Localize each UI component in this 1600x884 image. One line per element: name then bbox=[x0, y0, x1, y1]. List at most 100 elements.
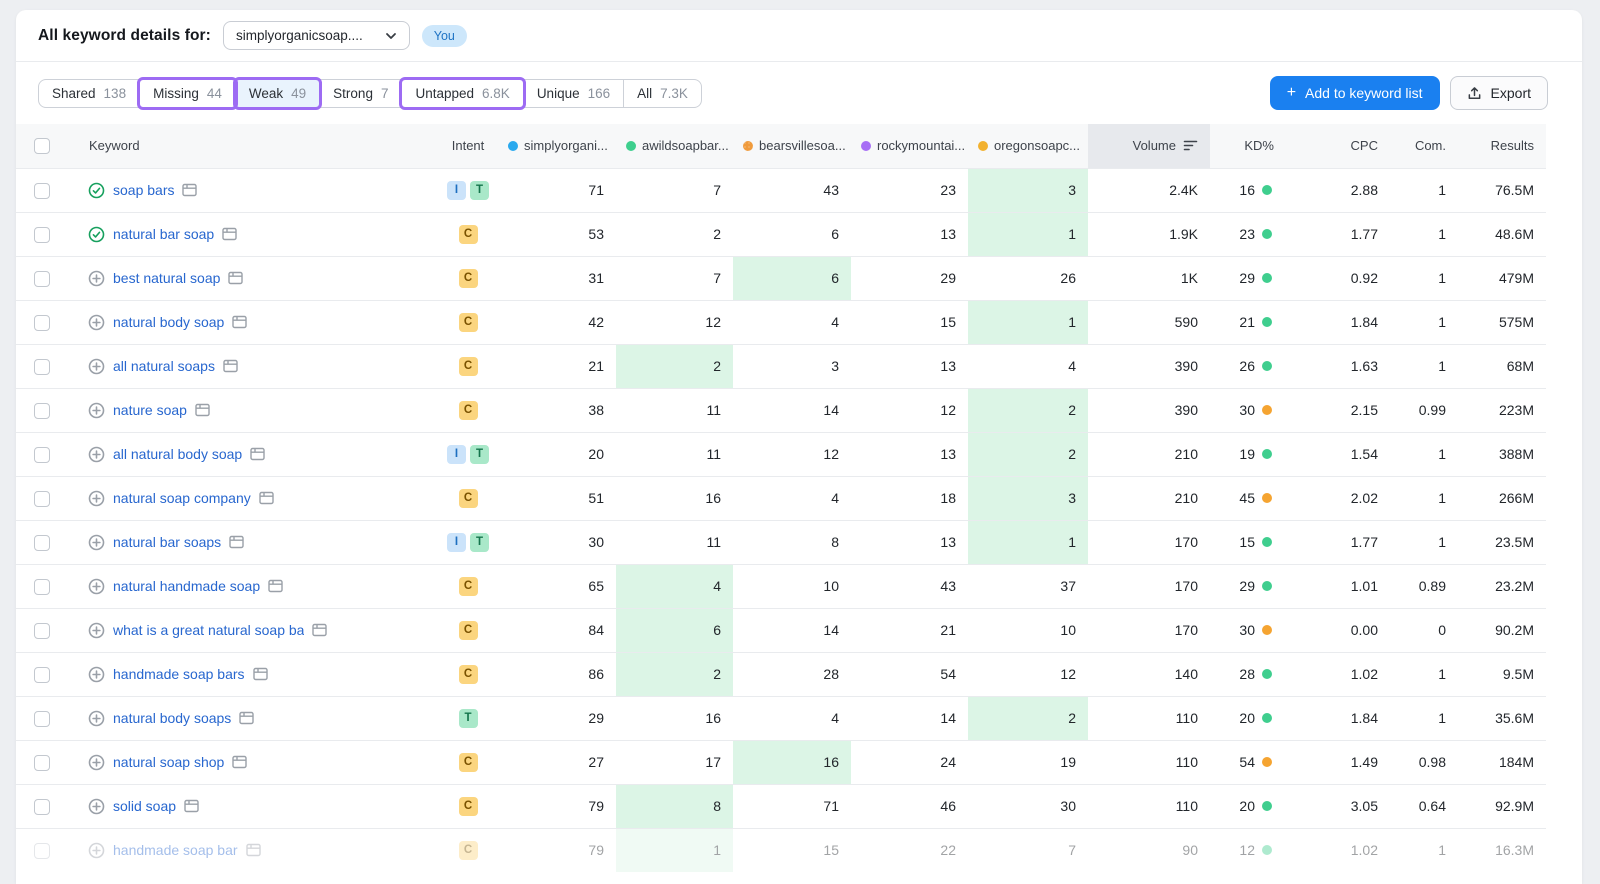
kd-cell: 20 bbox=[1210, 696, 1286, 740]
keyword-link[interactable]: handmade soap bars bbox=[113, 666, 245, 682]
row-checkbox[interactable] bbox=[34, 579, 50, 595]
row-checkbox[interactable] bbox=[34, 403, 50, 419]
intent-cell: C bbox=[438, 564, 498, 608]
tab-all[interactable]: All7.3K bbox=[623, 79, 702, 108]
keyword-link[interactable]: natural soap company bbox=[113, 490, 251, 506]
table-row: natural soap companyC51164183210452.0212… bbox=[16, 476, 1546, 520]
row-checkbox[interactable] bbox=[34, 183, 50, 199]
add-to-keyword-list-button[interactable]: + Add to keyword list bbox=[1270, 76, 1440, 110]
serp-features-icon[interactable] bbox=[239, 711, 254, 725]
serp-features-icon[interactable] bbox=[312, 623, 327, 637]
serp-features-icon[interactable] bbox=[228, 271, 243, 285]
keyword-link[interactable]: natural body soaps bbox=[113, 710, 231, 726]
tab-untapped[interactable]: Untapped6.8K bbox=[401, 79, 523, 108]
results-cell: 48.6M bbox=[1458, 212, 1546, 256]
com-cell: 1 bbox=[1390, 432, 1458, 476]
export-icon bbox=[1467, 86, 1482, 101]
column-header-competitor-1[interactable]: simplyorgani... bbox=[498, 124, 616, 168]
keyword-link[interactable]: solid soap bbox=[113, 798, 176, 814]
export-button[interactable]: Export bbox=[1450, 76, 1548, 110]
row-checkbox[interactable] bbox=[34, 491, 50, 507]
row-checkbox[interactable] bbox=[34, 447, 50, 463]
tab-strong[interactable]: Strong7 bbox=[319, 79, 402, 108]
volume-cell: 170 bbox=[1088, 608, 1210, 652]
com-cell: 0.89 bbox=[1390, 564, 1458, 608]
competitor-dot-icon bbox=[626, 141, 636, 151]
row-checkbox[interactable] bbox=[34, 315, 50, 331]
keyword-link[interactable]: nature soap bbox=[113, 402, 187, 418]
intent-badges: C bbox=[438, 797, 498, 816]
serp-features-icon[interactable] bbox=[184, 799, 199, 813]
keyword-cell: natural soap company bbox=[72, 476, 438, 520]
column-header-volume[interactable]: Volume bbox=[1088, 124, 1210, 168]
row-checkbox[interactable] bbox=[34, 271, 50, 287]
serp-features-icon[interactable] bbox=[268, 579, 283, 593]
keyword-gap-panel: All keyword details for: simplyorganicso… bbox=[16, 10, 1582, 884]
row-checkbox[interactable] bbox=[34, 623, 50, 639]
row-checkbox[interactable] bbox=[34, 843, 50, 859]
row-checkbox[interactable] bbox=[34, 227, 50, 243]
tab-missing[interactable]: Missing44 bbox=[139, 79, 236, 108]
table-row: what is a great natural soap baC84614211… bbox=[16, 608, 1546, 652]
tab-weak[interactable]: Weak49 bbox=[235, 79, 320, 108]
keyword-link[interactable]: natural body soap bbox=[113, 314, 224, 330]
keyword-link[interactable]: soap bars bbox=[113, 182, 174, 198]
keyword-wrap: natural handmade soap bbox=[72, 578, 438, 595]
column-header-cpc[interactable]: CPC bbox=[1286, 124, 1390, 168]
domain-select[interactable]: simplyorganicsoap.... bbox=[223, 21, 410, 50]
keyword-link[interactable]: all natural body soap bbox=[113, 446, 242, 462]
tab-count: 138 bbox=[104, 86, 127, 101]
row-checkbox-cell bbox=[16, 432, 72, 476]
column-header-competitor-2[interactable]: awildsoapbar... bbox=[616, 124, 733, 168]
position-cell: 13 bbox=[851, 432, 968, 476]
column-header-intent[interactable]: Intent bbox=[438, 124, 498, 168]
keyword-link[interactable]: what is a great natural soap ba bbox=[113, 622, 304, 638]
serp-features-icon[interactable] bbox=[232, 755, 247, 769]
serp-features-icon[interactable] bbox=[223, 359, 238, 373]
keyword-link[interactable]: best natural soap bbox=[113, 270, 220, 286]
table-row: natural bar soapsIT30118131170151.77123.… bbox=[16, 520, 1546, 564]
serp-features-icon[interactable] bbox=[259, 491, 274, 505]
column-header-competitor-3[interactable]: bearsvillesoa... bbox=[733, 124, 851, 168]
kd-value: 26 bbox=[1239, 358, 1255, 374]
volume-cell: 110 bbox=[1088, 784, 1210, 828]
plus-circle-icon bbox=[88, 270, 105, 287]
column-header-results[interactable]: Results bbox=[1458, 124, 1546, 168]
serp-features-icon[interactable] bbox=[222, 227, 237, 241]
keyword-link[interactable]: natural bar soaps bbox=[113, 534, 221, 550]
intent-badge-c: C bbox=[459, 621, 478, 640]
column-header-kd[interactable]: KD% bbox=[1210, 124, 1286, 168]
serp-features-icon[interactable] bbox=[195, 403, 210, 417]
keyword-link[interactable]: all natural soaps bbox=[113, 358, 215, 374]
row-checkbox[interactable] bbox=[34, 535, 50, 551]
column-header-competitor-4[interactable]: rockymountai... bbox=[851, 124, 968, 168]
row-checkbox[interactable] bbox=[34, 799, 50, 815]
serp-features-icon[interactable] bbox=[246, 843, 261, 857]
serp-features-icon[interactable] bbox=[253, 667, 268, 681]
keyword-link[interactable]: handmade soap bar bbox=[113, 842, 238, 858]
kd-level-dot-icon bbox=[1262, 493, 1272, 503]
volume-cell: 110 bbox=[1088, 696, 1210, 740]
results-cell: 9.5M bbox=[1458, 652, 1546, 696]
tab-unique[interactable]: Unique166 bbox=[523, 79, 624, 108]
keyword-link[interactable]: natural bar soap bbox=[113, 226, 214, 242]
position-cell: 53 bbox=[498, 212, 616, 256]
serp-features-icon[interactable] bbox=[229, 535, 244, 549]
column-header-competitor-5[interactable]: oregonsoapc... bbox=[968, 124, 1088, 168]
row-checkbox[interactable] bbox=[34, 359, 50, 375]
tab-shared[interactable]: Shared138 bbox=[38, 79, 140, 108]
keyword-link[interactable]: natural handmade soap bbox=[113, 578, 260, 594]
serp-features-icon[interactable] bbox=[232, 315, 247, 329]
plus-circle-icon bbox=[88, 314, 105, 331]
position-cell: 6 bbox=[733, 256, 851, 300]
column-header-com[interactable]: Com. bbox=[1390, 124, 1458, 168]
row-checkbox[interactable] bbox=[34, 667, 50, 683]
keyword-link[interactable]: natural soap shop bbox=[113, 754, 224, 770]
serp-features-icon[interactable] bbox=[250, 447, 265, 461]
column-header-keyword[interactable]: Keyword bbox=[72, 124, 438, 168]
row-checkbox[interactable] bbox=[34, 755, 50, 771]
serp-features-icon[interactable] bbox=[182, 183, 197, 197]
select-all-checkbox[interactable] bbox=[34, 138, 50, 154]
row-checkbox[interactable] bbox=[34, 711, 50, 727]
table-row: handmade soap barsC862285412140281.0219.… bbox=[16, 652, 1546, 696]
